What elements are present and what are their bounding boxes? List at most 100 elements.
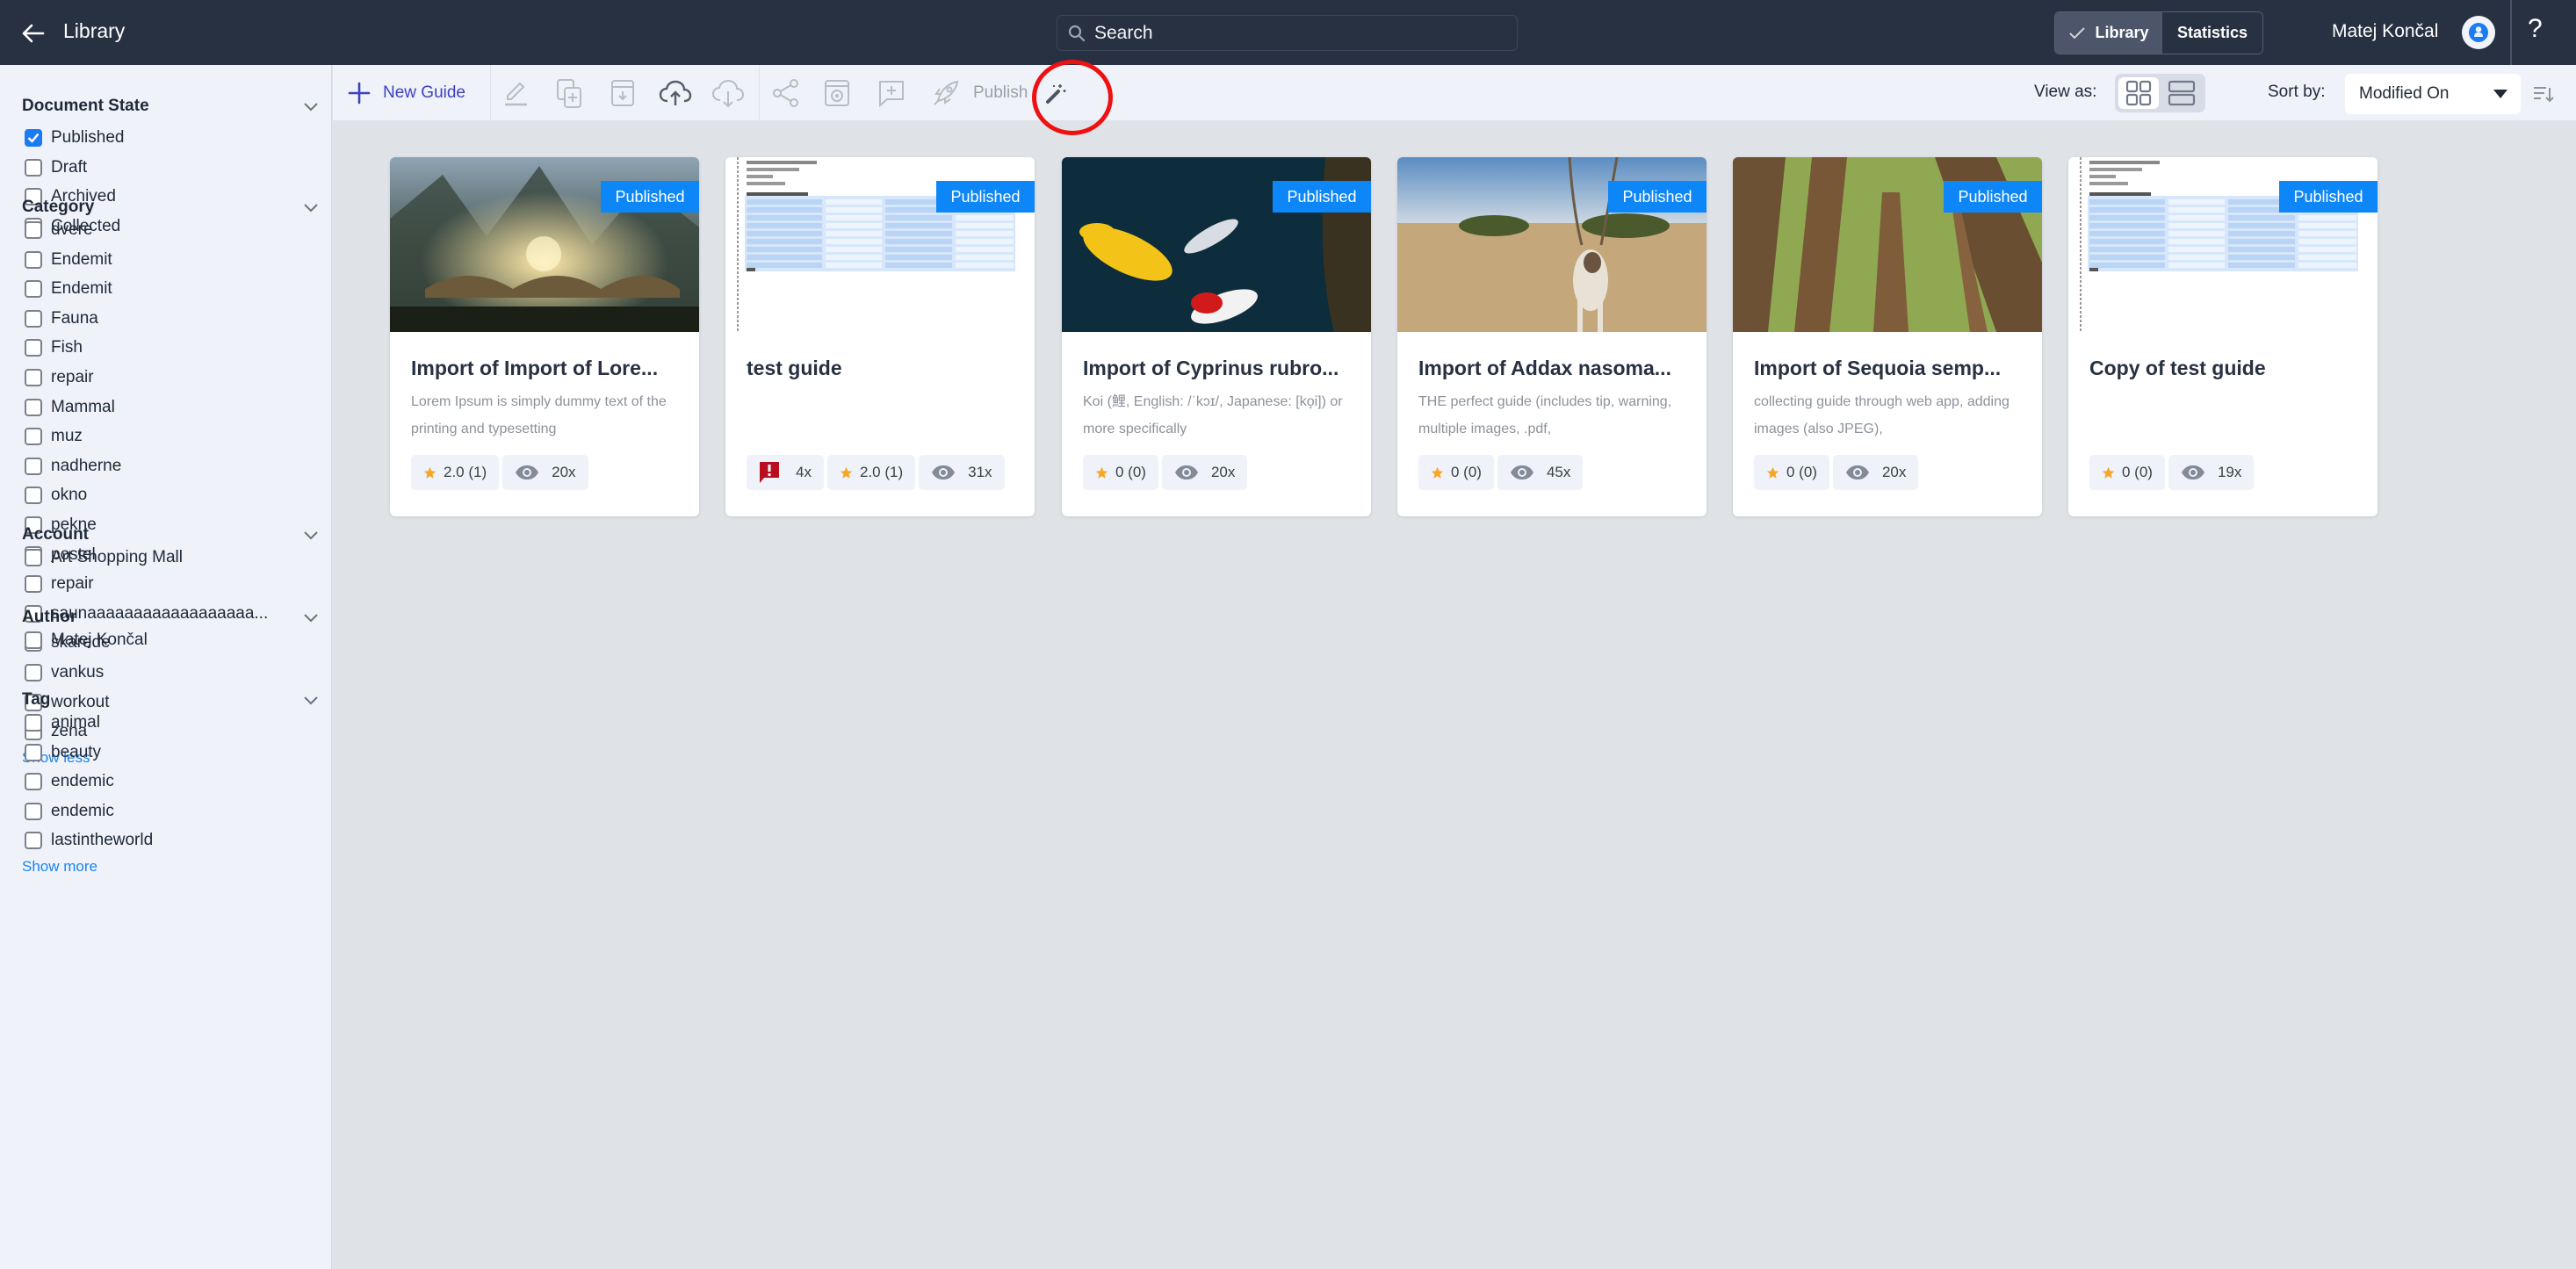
rating-chip: 0 (0) bbox=[1418, 455, 1494, 490]
grid-view-button[interactable] bbox=[2118, 77, 2159, 109]
filter-checkbox-item[interactable]: Art Shopping Mall bbox=[25, 544, 183, 571]
filter-checkbox-item[interactable]: endemic bbox=[25, 798, 114, 825]
guide-card[interactable]: Published test guide 4x 2.0 (1) 31x bbox=[725, 157, 1035, 516]
filter-checkbox-item[interactable]: Mammal bbox=[25, 394, 115, 421]
checkbox[interactable] bbox=[25, 802, 42, 820]
help-button[interactable]: ? bbox=[2528, 14, 2543, 44]
checkbox[interactable] bbox=[25, 664, 42, 681]
checkbox[interactable] bbox=[25, 832, 42, 850]
guide-description: collecting guide through web app, adding… bbox=[1754, 394, 2010, 436]
search-input[interactable] bbox=[1094, 22, 1498, 44]
publish-button[interactable]: Publish bbox=[931, 65, 1028, 121]
filter-section-title: Document State bbox=[22, 97, 149, 115]
arrow-left-icon bbox=[22, 24, 45, 43]
filter-checkbox-label: animal bbox=[51, 713, 100, 732]
views-chip: 20x bbox=[1161, 455, 1248, 490]
user-name[interactable]: Matej Končal bbox=[2332, 21, 2438, 42]
checkbox[interactable] bbox=[25, 339, 42, 357]
checkbox[interactable] bbox=[25, 129, 42, 147]
checkbox[interactable] bbox=[25, 487, 42, 505]
search-box[interactable] bbox=[1057, 15, 1518, 51]
checkbox[interactable] bbox=[25, 575, 42, 594]
filter-checkbox-item[interactable]: dvere bbox=[25, 217, 93, 243]
filter-checkbox-label: repair bbox=[51, 368, 94, 386]
upload-button[interactable] bbox=[658, 65, 693, 121]
guide-card[interactable]: Published Import of Cyprinus rubro... Ko… bbox=[1062, 157, 1371, 516]
checkbox[interactable] bbox=[25, 309, 42, 328]
avatar[interactable] bbox=[2462, 16, 2495, 49]
filter-checkbox-item[interactable]: repair bbox=[25, 364, 94, 391]
chevron-down-icon bbox=[304, 204, 318, 213]
filter-checkbox-item[interactable]: nadherne bbox=[25, 453, 121, 479]
duplicate-button[interactable] bbox=[554, 65, 584, 121]
filter-checkbox-item[interactable]: beauty bbox=[25, 739, 101, 766]
guide-card[interactable]: Published Import of Addax nasoma... THE … bbox=[1397, 157, 1707, 516]
filter-checkbox-item[interactable]: Draft bbox=[25, 155, 87, 181]
list-view-button[interactable] bbox=[2162, 77, 2203, 109]
filter-checkbox-item[interactable]: muz bbox=[25, 423, 83, 450]
sort-by-select[interactable]: Modified On bbox=[2345, 74, 2521, 114]
share-button[interactable] bbox=[771, 65, 801, 121]
filter-checkbox-item[interactable]: Published bbox=[25, 125, 124, 151]
filter-checkbox-label: Draft bbox=[51, 157, 88, 177]
checkbox[interactable] bbox=[25, 631, 42, 649]
download-button[interactable] bbox=[711, 65, 746, 121]
add-comment-button[interactable] bbox=[877, 65, 906, 121]
archive-button[interactable] bbox=[610, 65, 636, 121]
sort-direction-button[interactable] bbox=[2532, 84, 2555, 108]
checkbox[interactable] bbox=[25, 457, 42, 475]
tab-library[interactable]: Library bbox=[2055, 12, 2162, 54]
checkbox[interactable] bbox=[25, 714, 42, 732]
filter-checkbox-label: Published bbox=[51, 128, 125, 147]
filter-checkbox-item[interactable]: repair bbox=[25, 571, 94, 597]
edit-button[interactable] bbox=[502, 65, 530, 121]
publish-label: Publish bbox=[973, 83, 1028, 102]
filter-section-header[interactable]: Document State bbox=[22, 93, 321, 119]
view-count: 45x bbox=[1546, 464, 1571, 480]
filter-checkbox-item[interactable]: vankus bbox=[25, 660, 104, 686]
comment-count-chip[interactable]: 4x bbox=[747, 455, 824, 490]
rating-value: 0 (0) bbox=[1786, 464, 1817, 480]
filter-checkbox-item[interactable]: endemic bbox=[25, 768, 114, 795]
checkbox[interactable] bbox=[25, 221, 42, 239]
checkbox[interactable] bbox=[25, 549, 42, 566]
checkbox[interactable] bbox=[25, 158, 42, 177]
filter-checkbox-item[interactable]: Endemit bbox=[25, 276, 112, 302]
show-more-link[interactable]: Show more bbox=[22, 858, 97, 876]
preview-button[interactable] bbox=[823, 65, 851, 121]
checkbox[interactable] bbox=[25, 369, 42, 386]
checkbox[interactable] bbox=[25, 428, 42, 446]
back-button[interactable] bbox=[16, 16, 51, 51]
checkbox[interactable] bbox=[25, 398, 42, 416]
guide-card[interactable]: Published Copy of test guide 0 (0) 19x bbox=[2068, 157, 2378, 516]
filter-checkbox-label: lastintheworld bbox=[51, 831, 154, 850]
magic-wand-button[interactable] bbox=[1043, 65, 1068, 121]
guide-description: Lorem Ipsum is simply dummy text of the … bbox=[411, 394, 667, 436]
view-count: 20x bbox=[552, 464, 576, 480]
filter-checkbox-item[interactable]: animal bbox=[25, 710, 100, 736]
filter-checkbox-item[interactable]: okno bbox=[25, 482, 87, 508]
checkbox[interactable] bbox=[25, 743, 42, 761]
filter-checkbox-item[interactable]: Matej Končal bbox=[25, 627, 148, 653]
grid-view-icon bbox=[2125, 80, 2151, 106]
checkbox[interactable] bbox=[25, 280, 42, 299]
filter-checkbox-label: Fish bbox=[51, 338, 83, 357]
guide-card[interactable]: Published Import of Import of Lore... Lo… bbox=[390, 157, 699, 516]
filter-checkbox-item[interactable]: Endemit bbox=[25, 247, 112, 273]
guide-card[interactable]: Published Import of Sequoia semp... coll… bbox=[1733, 157, 2042, 516]
new-guide-button[interactable]: New Guide bbox=[348, 65, 465, 121]
tab-statistics[interactable]: Statistics bbox=[2162, 12, 2262, 54]
caret-down-icon bbox=[2493, 90, 2507, 98]
filter-checkbox-item[interactable]: Fish bbox=[25, 335, 83, 361]
status-badge: Published bbox=[1608, 181, 1707, 213]
plus-icon bbox=[348, 82, 371, 105]
eye-icon bbox=[516, 465, 539, 479]
views-chip: 31x bbox=[919, 455, 1005, 490]
checkbox[interactable] bbox=[25, 250, 42, 269]
top-bar: Library Library Statistics Matej Končal … bbox=[0, 0, 2576, 65]
filter-checkbox-item[interactable]: Fauna bbox=[25, 306, 98, 332]
toolbar-divider bbox=[759, 65, 760, 121]
filter-checkbox-item[interactable]: lastintheworld bbox=[25, 827, 153, 854]
chevron-down-icon bbox=[304, 614, 318, 623]
checkbox[interactable] bbox=[25, 773, 42, 791]
